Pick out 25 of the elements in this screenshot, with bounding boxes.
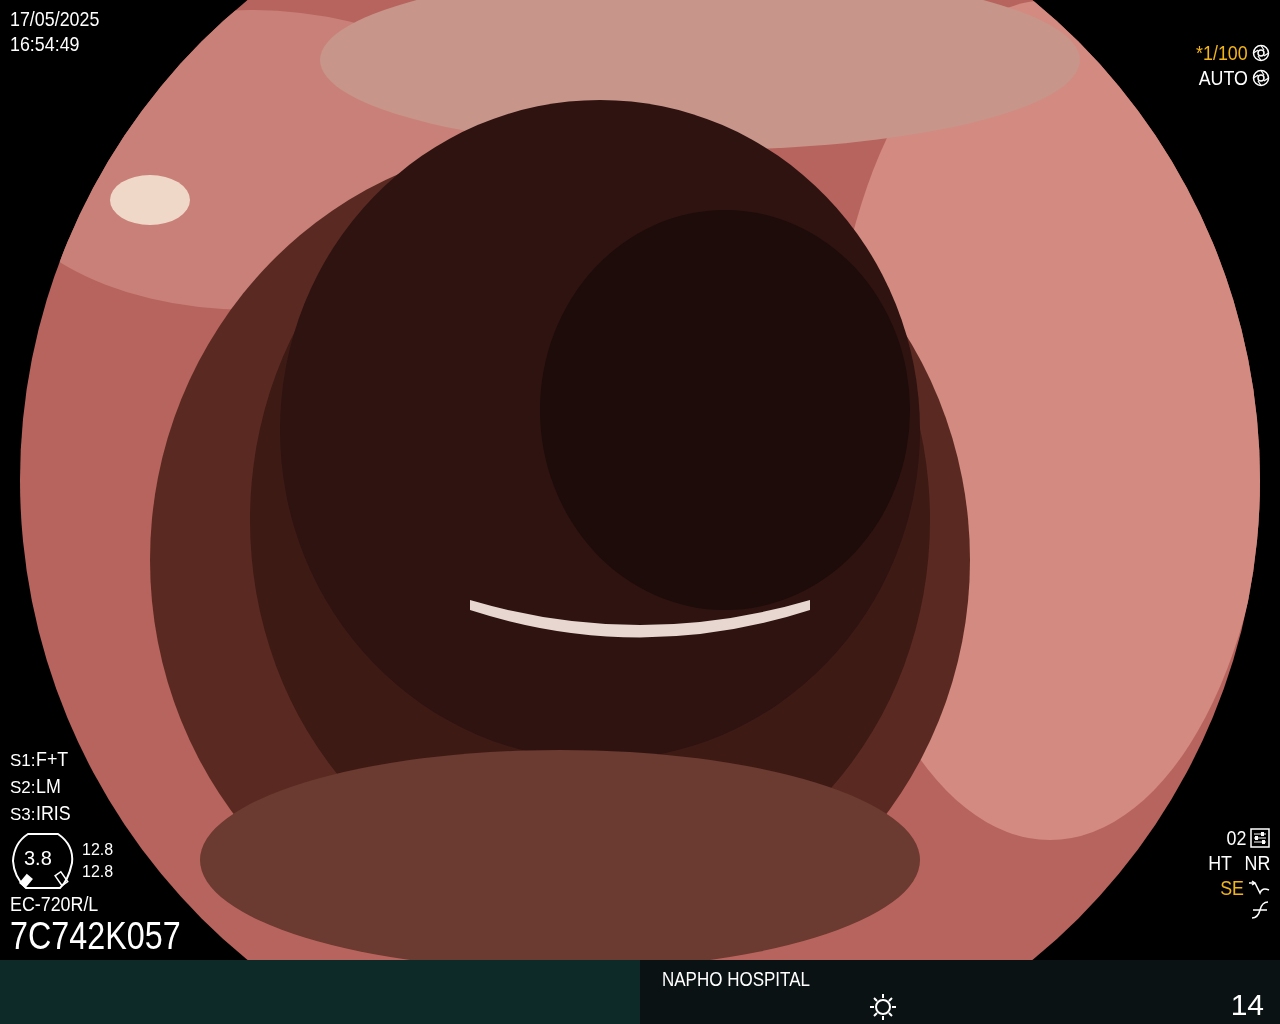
reading-text: 12.8	[82, 862, 114, 882]
exposure-text: AUTO	[1198, 65, 1248, 90]
dial-value: 3.8	[24, 847, 52, 870]
time-text: 16:54:49	[10, 31, 81, 56]
aperture-icon	[1252, 68, 1270, 87]
switch-setting: S2:LM	[10, 773, 62, 799]
sliders-icon	[1250, 827, 1270, 848]
dial-drawing	[10, 831, 76, 891]
aperture-icon	[1252, 43, 1270, 62]
reading-text: 12.8	[82, 840, 114, 860]
hospital-name: NAPHO HOSPITAL	[662, 968, 810, 992]
mode-text: NR	[1244, 850, 1270, 875]
switch-setting: S1:F+T	[10, 746, 69, 772]
mode-text: HT	[1207, 850, 1232, 875]
preset-number: 02	[1226, 825, 1246, 850]
enhancement-text: SE	[1220, 875, 1244, 900]
image-counter: 14	[1230, 988, 1264, 1023]
switch-setting: S3:IRIS	[10, 800, 72, 826]
lamp-icon	[868, 992, 899, 1022]
filter-icon	[1250, 900, 1270, 920]
serial-number: 7C742K057	[10, 916, 181, 956]
scope-model: EC-720R/L	[10, 891, 100, 916]
exposure-text: *1/100	[1196, 40, 1248, 65]
curve-icon	[1248, 878, 1270, 897]
date-text: 17/05/2025	[10, 6, 101, 31]
